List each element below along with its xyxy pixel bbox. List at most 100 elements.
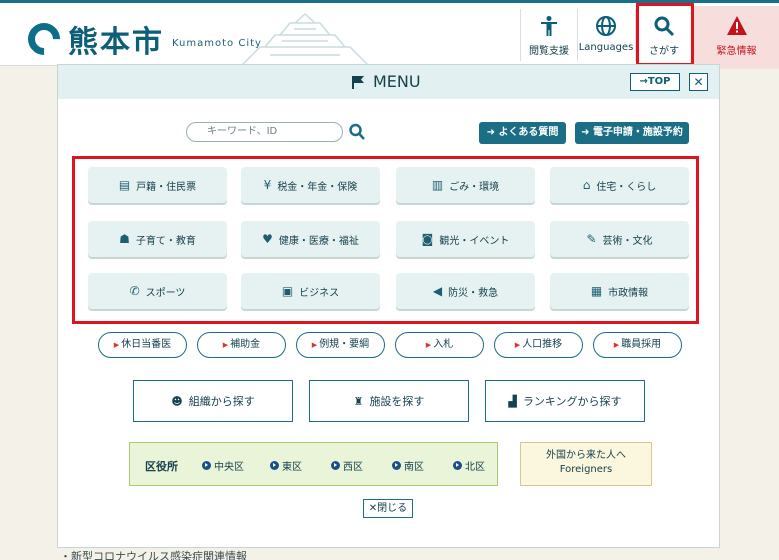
- building-icon: ▦: [590, 284, 603, 298]
- browse-label: ランキングから探す: [522, 395, 622, 408]
- online-label: 電子申請・施設予約: [592, 127, 683, 138]
- close-icon: ✕: [693, 75, 704, 89]
- browse-by-ranking-button[interactable]: ▟ ランキングから探す: [485, 380, 645, 422]
- whistle-icon: ✆: [129, 284, 140, 298]
- foreigners-label-en: Foreigners: [559, 464, 613, 475]
- ward-label: 北区: [465, 462, 485, 473]
- foreigners-link[interactable]: 外国から来た人へ Foreigners: [520, 442, 652, 486]
- ward-label: 西区: [343, 462, 363, 473]
- quick-link-holiday-doctor[interactable]: ▶ 休日当番医: [98, 332, 187, 358]
- quick-link-label: 職員採用: [621, 339, 662, 350]
- logo-text: 熊本市: [68, 25, 164, 60]
- quick-link-label: 人口推移: [522, 339, 563, 350]
- category-housing-living[interactable]: ⌂ 住宅・くらし: [550, 167, 689, 203]
- logo-mark-icon: [21, 16, 67, 62]
- category-sports[interactable]: ✆ スポーツ: [88, 273, 227, 309]
- people-icon: ☻: [171, 394, 183, 408]
- flag-icon: [352, 75, 364, 89]
- megaphone-icon: ◀: [432, 284, 443, 298]
- circle-arrow-icon: ➜: [581, 127, 593, 138]
- menu-title-text: MENU: [373, 72, 421, 91]
- category-label: 戸籍・住民票: [136, 181, 197, 193]
- quick-link-population[interactable]: ▶ 人口推移: [494, 332, 583, 358]
- globe-icon: [596, 16, 616, 36]
- category-label: 市政情報: [608, 287, 649, 299]
- emergency-info-button[interactable]: 緊急情報: [694, 6, 779, 69]
- top-label: TOP: [647, 76, 671, 87]
- warning-icon: [726, 16, 747, 35]
- quick-link-label: 例規・要綱: [319, 339, 370, 350]
- ward-office-label: 区役所: [145, 460, 178, 473]
- category-tourism-events[interactable]: ◙ 観光・イベント: [396, 221, 535, 257]
- browse-label: 施設を探す: [369, 395, 425, 408]
- search-submit-icon[interactable]: [348, 122, 366, 142]
- document-icon: ▤: [118, 178, 131, 192]
- arrow-circle-icon: [270, 461, 279, 470]
- back-to-top-button[interactable]: →TOP: [630, 73, 680, 91]
- ward-link-kita[interactable]: 北区: [453, 458, 485, 473]
- ward-label: 南区: [404, 462, 424, 473]
- category-childcare-education[interactable]: ☗ 子育て・教育: [88, 221, 227, 257]
- ward-link-chuo[interactable]: 中央区: [202, 458, 244, 473]
- camera-icon: ◙: [421, 232, 434, 246]
- menu-title-bar: MENU →TOP ✕: [58, 65, 719, 99]
- keyword-search-input[interactable]: キーワード、ID: [186, 122, 343, 142]
- ward-link-nishi[interactable]: 西区: [331, 458, 363, 473]
- online-application-button[interactable]: ➜ 電子申請・施設予約: [575, 122, 689, 144]
- ranking-icon: ▟: [508, 394, 517, 408]
- faq-label: よくある質問: [498, 127, 559, 138]
- category-disaster-emergency[interactable]: ◀ 防災・救急: [396, 273, 535, 309]
- languages-button[interactable]: Languages: [578, 6, 634, 64]
- category-label: 観光・イベント: [439, 235, 510, 247]
- category-tax-pension[interactable]: ¥ 税金・年金・保険: [241, 167, 380, 203]
- quick-link-recruitment[interactable]: ▶ 職員採用: [593, 332, 682, 358]
- quick-link-label: 入札: [433, 339, 454, 350]
- find-facility-button[interactable]: ♜ 施設を探す: [309, 380, 469, 422]
- trash-icon: ▥: [431, 178, 444, 192]
- browse-by-organization-button[interactable]: ☻ 組織から探す: [133, 380, 293, 422]
- ward-link-higashi[interactable]: 東区: [270, 458, 302, 473]
- page-background-text: ・新型コロナウイルス感染症関連情報: [60, 550, 247, 560]
- category-garbage-environment[interactable]: ▥ ごみ・環境: [396, 167, 535, 203]
- quick-link-bidding[interactable]: ▶ 入札: [395, 332, 484, 358]
- category-label: 防災・救急: [448, 287, 499, 299]
- menu-close-x-button[interactable]: ✕: [689, 73, 708, 91]
- search-placeholder: キーワード、ID: [207, 126, 278, 137]
- global-menu-panel: MENU →TOP ✕ キーワード、ID ➜ よくある質問 ➜ 電子申請・施設予…: [57, 64, 720, 548]
- category-label: ごみ・環境: [449, 181, 500, 193]
- category-family-registry[interactable]: ▤ 戸籍・住民票: [88, 167, 227, 203]
- category-arts-culture[interactable]: ✎ 芸術・文化: [550, 221, 689, 257]
- category-label: 健康・医療・福祉: [278, 235, 359, 247]
- quick-link-regulations[interactable]: ▶ 例規・要綱: [296, 332, 385, 358]
- emergency-label: 緊急情報: [716, 46, 757, 57]
- triangle-right-icon: ▶: [222, 341, 229, 349]
- browse-label: 組織から探す: [188, 395, 255, 408]
- faq-button[interactable]: ➜ よくある質問: [479, 122, 566, 144]
- category-label: ビジネス: [299, 287, 340, 299]
- quick-link-subsidy[interactable]: ▶ 補助金: [197, 332, 286, 358]
- triangle-right-icon: ▶: [311, 341, 318, 349]
- header-divider: [520, 9, 521, 61]
- care-icon: ♥: [262, 232, 273, 246]
- ward-office-box: 区役所 中央区 東区 西区 南区 北区: [129, 442, 498, 486]
- ward-link-minami[interactable]: 南区: [392, 458, 424, 473]
- triangle-right-icon: ▶: [514, 341, 521, 349]
- accessibility-support-button[interactable]: 閲覧支援: [522, 6, 576, 64]
- category-health-welfare[interactable]: ♥ 健康・医療・福祉: [241, 221, 380, 257]
- house-icon: ⌂: [582, 178, 591, 192]
- person-icon: [541, 16, 557, 36]
- category-label: スポーツ: [145, 287, 186, 299]
- briefcase-icon: ▣: [281, 284, 294, 298]
- castle-illustration-icon: [239, 12, 371, 67]
- category-label: 子育て・教育: [135, 235, 196, 247]
- category-business[interactable]: ▣ ビジネス: [241, 273, 380, 309]
- close-label: ✕閉じる: [368, 503, 408, 514]
- triangle-right-icon: ▶: [613, 341, 620, 349]
- category-city-info[interactable]: ▦ 市政情報: [550, 273, 689, 309]
- category-label: 芸術・文化: [602, 235, 653, 247]
- category-label: 税金・年金・保険: [277, 181, 358, 193]
- menu-close-button[interactable]: ✕閉じる: [363, 499, 413, 518]
- arrow-circle-icon: [453, 461, 462, 470]
- arrow-right-icon: →: [639, 76, 648, 87]
- ward-label: 中央区: [214, 462, 244, 473]
